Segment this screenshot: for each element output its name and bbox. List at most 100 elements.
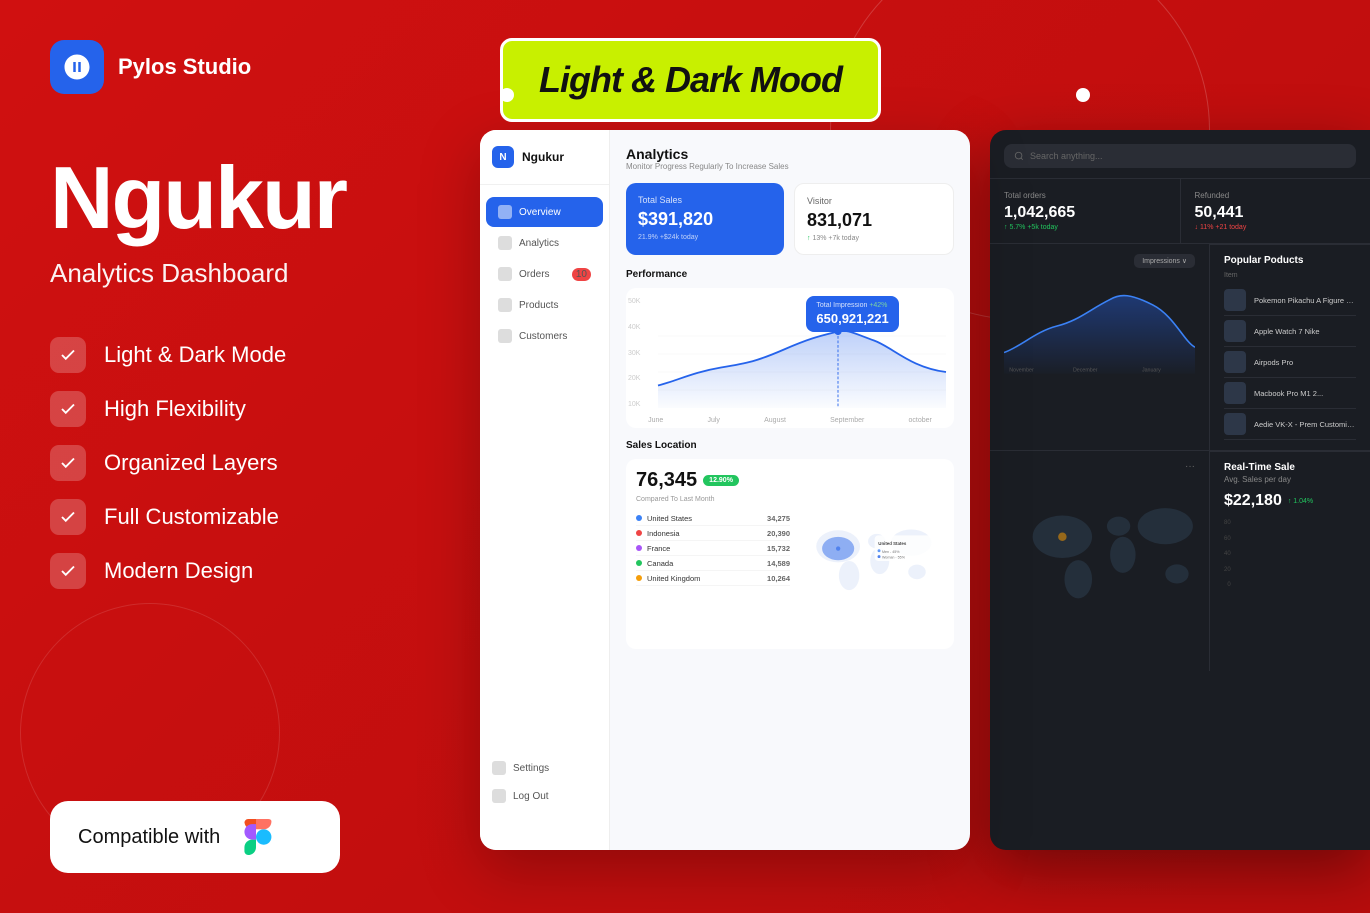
svg-text:January: January [1142,368,1161,374]
realtime-subtitle: Avg. Sales per day [1224,475,1356,484]
perf-chart-svg [650,318,954,408]
logo-area: Pylos Studio [50,40,410,94]
products-header: Item [1224,272,1356,279]
visitor-label: Visitor [807,196,941,206]
dark-orders-label: Total orders [1004,191,1166,200]
country-row-uk: United Kingdom 10,264 [636,571,790,586]
chart-tooltip: Total Impression +42% 650,921,221 [806,296,898,332]
popular-products-title: Popular Poducts [1224,255,1356,266]
badge-connector-right [1076,88,1090,102]
feature-check-icon-5 [50,553,86,589]
settings-label: Settings [513,763,549,774]
logout-label: Log Out [513,791,549,802]
sidebar-item-customers[interactable]: Customers [486,321,603,351]
settings-area: Settings Log Out [480,754,610,810]
product-row-2: Apple Watch 7 Nike [1224,316,1356,347]
dashboard-area: Light & Dark Mood N Ngukur Overview Anal… [450,0,1370,913]
logout-icon [492,789,506,803]
customers-icon [498,329,512,343]
impressions-svg: November December January [1004,276,1195,376]
us-dot [636,515,642,521]
dark-map-header: ··· [1004,461,1195,472]
impressions-dropdown[interactable]: Impressions ∨ [1134,254,1195,268]
sidebar-item-orders[interactable]: Orders 10 [486,259,603,289]
stats-row: Total Sales $391,820 21.9% +$24k today V… [626,183,954,255]
feature-label-design: Modern Design [104,558,253,584]
dark-header: Search anything... [990,130,1370,179]
uk-dot [636,575,642,581]
sidebar: N Ngukur Overview Analytics Orders 10 Pr… [480,130,610,850]
feature-label-light-dark: Light & Dark Mode [104,342,286,368]
world-map-svg: United States Men - 45% Woman - 55% [798,511,944,604]
dark-bottom-section: ··· Real-Time Sale Avg. Sales per da [990,451,1370,671]
logout-item[interactable]: Log Out [492,782,598,810]
compatible-label: Compatible with [78,826,220,849]
settings-icon [492,761,506,775]
product-row-3: Airpods Pro [1224,347,1356,378]
country-row-fr: France 15,732 [636,541,790,556]
feature-label-flexibility: High Flexibility [104,396,246,422]
world-map: United States Men - 45% Woman - 55% [798,511,944,604]
product-name-5: Aedie VK-X - Prem Customisable Wire... [1254,420,1356,429]
dark-map-dots: ··· [1185,461,1195,472]
product-img-3 [1224,351,1246,373]
brand-name: Pylos Studio [118,54,251,80]
sidebar-item-overview[interactable]: Overview [486,197,603,227]
figma-icon [238,819,274,855]
fr-dot [636,545,642,551]
analytics-icon [498,236,512,250]
dark-search[interactable]: Search anything... [1004,144,1356,168]
hero-title: Ngukur [50,154,410,242]
feature-list: Light & Dark Mode High Flexibility Organ… [50,337,410,589]
country-list: United States 34,275 Indonesia 20,390 Fr… [636,511,790,604]
impressions-chart: November December January [1004,276,1195,376]
ca-dot [636,560,642,566]
dark-dashboard: Search anything... Total orders 1,042,66… [990,130,1370,850]
product-row-4: Macbook Pro M1 2... [1224,378,1356,409]
page-title: Analytics [626,146,954,162]
sales-sub: Compared To Last Month [636,496,944,503]
dark-refunded-label: Refunded [1195,191,1357,200]
sidebar-analytics-label: Analytics [519,238,559,249]
page-subtitle: Monitor Progress Regularly To Increase S… [626,162,954,171]
products-icon [498,298,512,312]
feature-item-design: Modern Design [50,553,410,589]
search-placeholder: Search anything... [1030,151,1103,161]
svg-text:November: November [1009,368,1034,374]
settings-item[interactable]: Settings [492,754,598,782]
badge-connector-left [500,88,514,102]
performance-chart: 50K 40K 30K 20K 10K [626,288,954,428]
sidebar-orders-label: Orders [519,269,550,280]
sidebar-item-products[interactable]: Products [486,290,603,320]
visitor-value: 831,071 [807,210,941,231]
sales-badge: 12.90% [703,475,739,486]
svg-text:Woman - 55%: Woman - 55% [882,556,906,560]
sidebar-item-analytics[interactable]: Analytics [486,228,603,258]
sidebar-logo-icon: N [492,146,514,168]
sales-content: United States 34,275 Indonesia 20,390 Fr… [636,511,944,604]
product-row-5: Aedie VK-X - Prem Customisable Wire... [1224,409,1356,440]
svg-text:Men - 45%: Men - 45% [882,550,900,554]
popular-products: Popular Poducts Item Pokemon Pikachu A F… [1210,244,1370,450]
product-img-1 [1224,289,1246,311]
performance-title: Performance [626,269,954,280]
svg-text:December: December [1073,368,1098,374]
bar-chart: 80 60 40 20 0 [1224,520,1356,588]
product-name-4: Macbook Pro M1 2... [1254,389,1356,398]
product-row-1: Pokemon Pikachu A Figure Pokemon [1224,285,1356,316]
dark-refunded-trend: ↓ 11% +21 today [1195,224,1357,231]
feature-label-layers: Organized Layers [104,450,278,476]
sidebar-logo: N Ngukur [480,146,609,185]
product-name-3: Airpods Pro [1254,358,1356,367]
svg-text:United States: United States [878,541,907,546]
total-sales-card: Total Sales $391,820 21.9% +$24k today [626,183,784,255]
impressions-header: Impressions ∨ [1004,254,1195,268]
mood-badge: Light & Dark Mood [500,38,881,122]
feature-item-light-dark: Light & Dark Mode [50,337,410,373]
visitor-card: Visitor 831,071 ↑ 13% +7k today [794,183,954,255]
y-axis: 80 60 40 20 0 [1224,520,1231,588]
visitor-trend: ↑ 13% +7k today [807,235,941,242]
dark-middle-section: Impressions ∨ November [990,244,1370,451]
product-name-1: Pokemon Pikachu A Figure Pokemon [1254,296,1356,305]
realtime-title: Real-Time Sale [1224,462,1356,473]
